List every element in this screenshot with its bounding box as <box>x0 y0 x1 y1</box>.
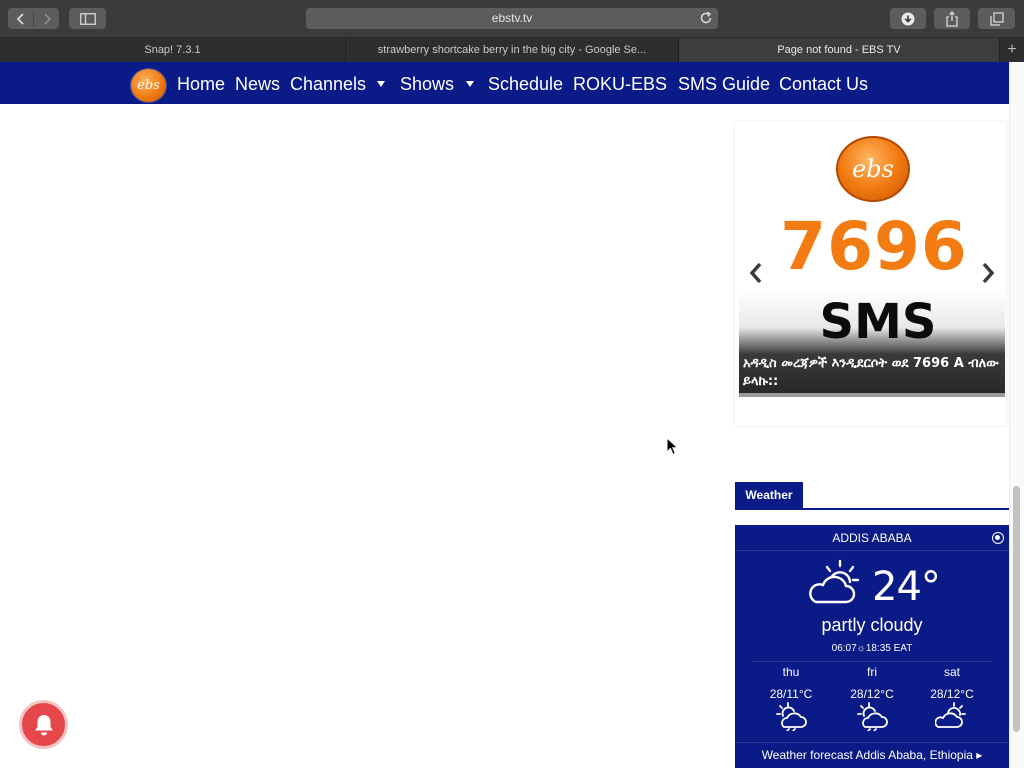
forward-button[interactable] <box>34 8 59 29</box>
weather-forecast-link[interactable]: Weather forecast Addis Ababa, Ethiopia ▸ <box>735 748 1009 762</box>
forecast-day: thu <box>782 665 800 679</box>
share-button[interactable] <box>934 8 970 29</box>
slide-progress-bar <box>739 393 1005 397</box>
new-tab-button[interactable]: + <box>1000 38 1024 62</box>
scrollbar-thumb[interactable] <box>1013 486 1020 732</box>
nav-schedule[interactable]: Schedule <box>488 74 563 95</box>
forecast-range: 28/12°C <box>850 687 894 701</box>
slider-prev-button[interactable] <box>746 260 766 286</box>
sms-word: SMS <box>819 294 937 350</box>
share-icon <box>946 10 958 27</box>
current-temperature: 24° <box>872 564 941 610</box>
chevron-right-icon <box>43 12 51 25</box>
weather-divider <box>752 661 992 662</box>
tab-google-search[interactable]: strawberry shortcake berry in the big ci… <box>346 38 679 62</box>
chevron-left-icon <box>749 262 762 284</box>
downloads-button[interactable] <box>890 8 926 29</box>
sidebar-toggle-button[interactable] <box>69 8 106 29</box>
tab-ebs-not-found[interactable]: Page not found - EBS TV <box>679 38 1000 62</box>
tab-overview-button[interactable] <box>978 8 1015 29</box>
tab-bar: Snap! 7.3.1 strawberry shortcake berry i… <box>0 38 1024 62</box>
forecast-range: 28/12°C <box>930 687 974 701</box>
nav-shows[interactable]: Shows <box>400 74 454 95</box>
weather-divider <box>735 742 1009 743</box>
browser-toolbar: ebstv.tv <box>0 0 1024 38</box>
chevron-down-icon[interactable] <box>377 81 385 87</box>
logo-text: ebs <box>137 78 160 93</box>
plus-icon: + <box>1007 41 1017 58</box>
tab-snap[interactable]: Snap! 7.3.1 <box>0 38 346 62</box>
nav-sms-guide[interactable]: SMS Guide <box>678 74 770 95</box>
tabs-icon <box>989 11 1004 26</box>
mouse-cursor-icon <box>666 437 679 456</box>
weather-condition: partly cloudy <box>821 615 923 635</box>
partly-cloudy-icon <box>776 702 807 731</box>
back-button[interactable] <box>8 8 33 29</box>
weather-city: ADDIS ABABA <box>832 531 912 545</box>
weather-toggle-icon[interactable] <box>992 532 1004 544</box>
ebs-logo[interactable]: ebs <box>131 69 166 102</box>
tab-title: strawberry shortcake berry in the big ci… <box>377 44 647 56</box>
forecast-day: fri <box>867 665 877 679</box>
weather-section-title: Weather <box>735 482 803 508</box>
partly-cloudy-icon <box>857 702 888 731</box>
download-icon <box>901 12 915 25</box>
bell-icon <box>34 714 53 735</box>
reload-icon[interactable] <box>699 11 713 25</box>
notification-bell-button[interactable] <box>19 700 68 749</box>
sms-caption[interactable]: አዳዲስ መረጃዎች እንዲደርሶት ወደ 7696 A ብለው ይላኩ:: <box>743 355 1003 391</box>
nav-news[interactable]: News <box>235 74 280 95</box>
slider-next-button[interactable] <box>978 260 998 286</box>
history-nav-group <box>8 8 59 29</box>
weather-title-rule <box>735 508 1009 510</box>
chevron-right-icon <box>982 262 995 284</box>
chevron-left-icon <box>16 12 24 25</box>
badge-text: ebs <box>852 155 894 183</box>
sidebar-icon <box>79 12 96 25</box>
address-text: ebstv.tv <box>491 11 533 25</box>
partly-cloudy-icon <box>809 559 860 604</box>
nav-contact-us[interactable]: Contact Us <box>779 74 868 95</box>
tab-title: Page not found - EBS TV <box>777 44 901 56</box>
nav-home[interactable]: Home <box>177 74 225 95</box>
address-bar[interactable]: ebstv.tv <box>306 8 718 29</box>
sunrise-sunset: 06:07☼18:35 EAT <box>831 643 913 654</box>
sms-number: 7696 <box>780 208 968 285</box>
ebs-badge-logo: ebs <box>836 136 910 202</box>
nav-roku-ebs[interactable]: ROKU-EBS <box>573 74 667 95</box>
nav-channels[interactable]: Channels <box>290 74 366 95</box>
chevron-down-icon[interactable] <box>466 81 474 87</box>
forecast-day: sat <box>943 665 960 679</box>
forecast-range: 28/11°C <box>769 687 813 701</box>
partly-cloudy-icon <box>935 702 966 728</box>
tab-title: Snap! 7.3.1 <box>144 44 201 56</box>
